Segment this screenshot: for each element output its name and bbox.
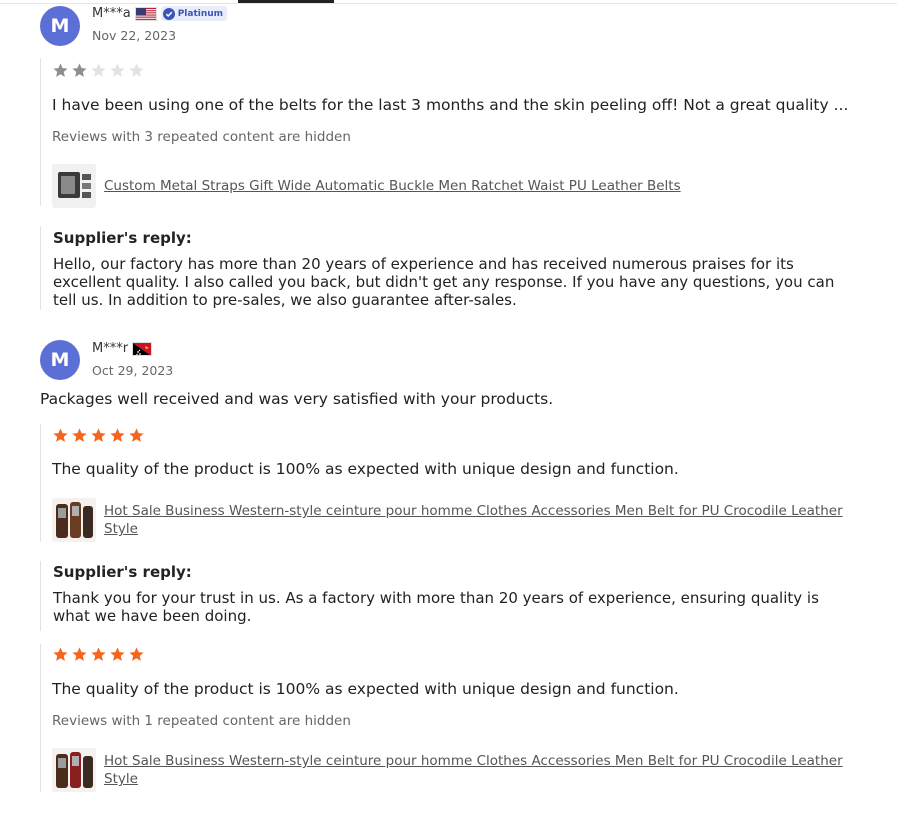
- review-date: Oct 29, 2023: [92, 363, 174, 378]
- product-link-row[interactable]: Custom Metal Straps Gift Wide Automatic …: [52, 164, 852, 208]
- reply-divider: [40, 226, 41, 310]
- product-link-row[interactable]: Hot Sale Business Western-style ceinture…: [52, 748, 852, 792]
- star-filled-icon: [109, 427, 126, 444]
- star-rating: [52, 62, 145, 79]
- review-text: I have been using one of the belts for t…: [52, 96, 849, 114]
- star-rating: [52, 427, 145, 444]
- star-filled-icon: [109, 646, 126, 663]
- star-filled-icon: [52, 646, 69, 663]
- product-link[interactable]: Hot Sale Business Western-style ceinture…: [104, 752, 852, 788]
- review-text: The quality of the product is 100% as ex…: [52, 680, 679, 698]
- star-filled-icon: [71, 646, 88, 663]
- badge-label: Platinum: [177, 8, 224, 19]
- verified-check-icon: [162, 7, 175, 20]
- reviewer-name-text: M***a: [92, 6, 131, 21]
- reply-divider: [40, 561, 41, 631]
- avatar: M: [40, 6, 80, 46]
- product-link[interactable]: Hot Sale Business Western-style ceinture…: [104, 502, 852, 538]
- belt-icon: [52, 498, 96, 542]
- star-rating: [52, 646, 145, 663]
- star-filled-icon: [128, 646, 145, 663]
- product-link-row[interactable]: Hot Sale Business Western-style ceinture…: [52, 498, 852, 542]
- supplier-reply-title: Supplier's reply:: [53, 229, 192, 247]
- star-empty-icon: [109, 62, 126, 79]
- star-filled-icon: [90, 646, 107, 663]
- supplier-reply-text: Thank you for your trust in us. As a fac…: [53, 589, 819, 625]
- star-filled-icon: [128, 427, 145, 444]
- product-thumbnail[interactable]: [52, 164, 96, 208]
- us-flag-icon: [134, 6, 157, 21]
- divider: [0, 3, 897, 4]
- star-filled-icon: [52, 427, 69, 444]
- platinum-badge: Platinum: [160, 6, 228, 21]
- belt-buckle-icon: [52, 164, 96, 208]
- reviewer-name: M***r: [92, 341, 153, 356]
- review-headline: Packages well received and was very sati…: [40, 390, 554, 408]
- star-empty-icon: [128, 62, 145, 79]
- star-filled-icon: [71, 62, 88, 79]
- review-divider: [40, 58, 41, 206]
- review-divider: [40, 644, 41, 792]
- supplier-reply-text: Hello, our factory has more than 20 year…: [53, 255, 835, 309]
- star-filled-icon: [90, 427, 107, 444]
- hidden-reviews-note: Reviews with 3 repeated content are hidd…: [52, 129, 351, 145]
- product-thumbnail[interactable]: [52, 748, 96, 792]
- hidden-reviews-note: Reviews with 1 repeated content are hidd…: [52, 713, 351, 729]
- star-filled-icon: [52, 62, 69, 79]
- avatar: M: [40, 340, 80, 380]
- papua-new-guinea-flag-icon: [132, 341, 153, 356]
- reviewer-name-text: M***r: [92, 341, 129, 356]
- product-thumbnail[interactable]: [52, 498, 96, 542]
- review-text: The quality of the product is 100% as ex…: [52, 460, 679, 478]
- product-link[interactable]: Custom Metal Straps Gift Wide Automatic …: [104, 177, 681, 195]
- star-filled-icon: [71, 427, 88, 444]
- reviewer-name: M***a Platinum: [92, 6, 228, 21]
- supplier-reply-title: Supplier's reply:: [53, 563, 192, 581]
- belt-icon: [52, 748, 96, 792]
- review-divider: [40, 424, 41, 542]
- star-empty-icon: [90, 62, 107, 79]
- review-date: Nov 22, 2023: [92, 28, 177, 43]
